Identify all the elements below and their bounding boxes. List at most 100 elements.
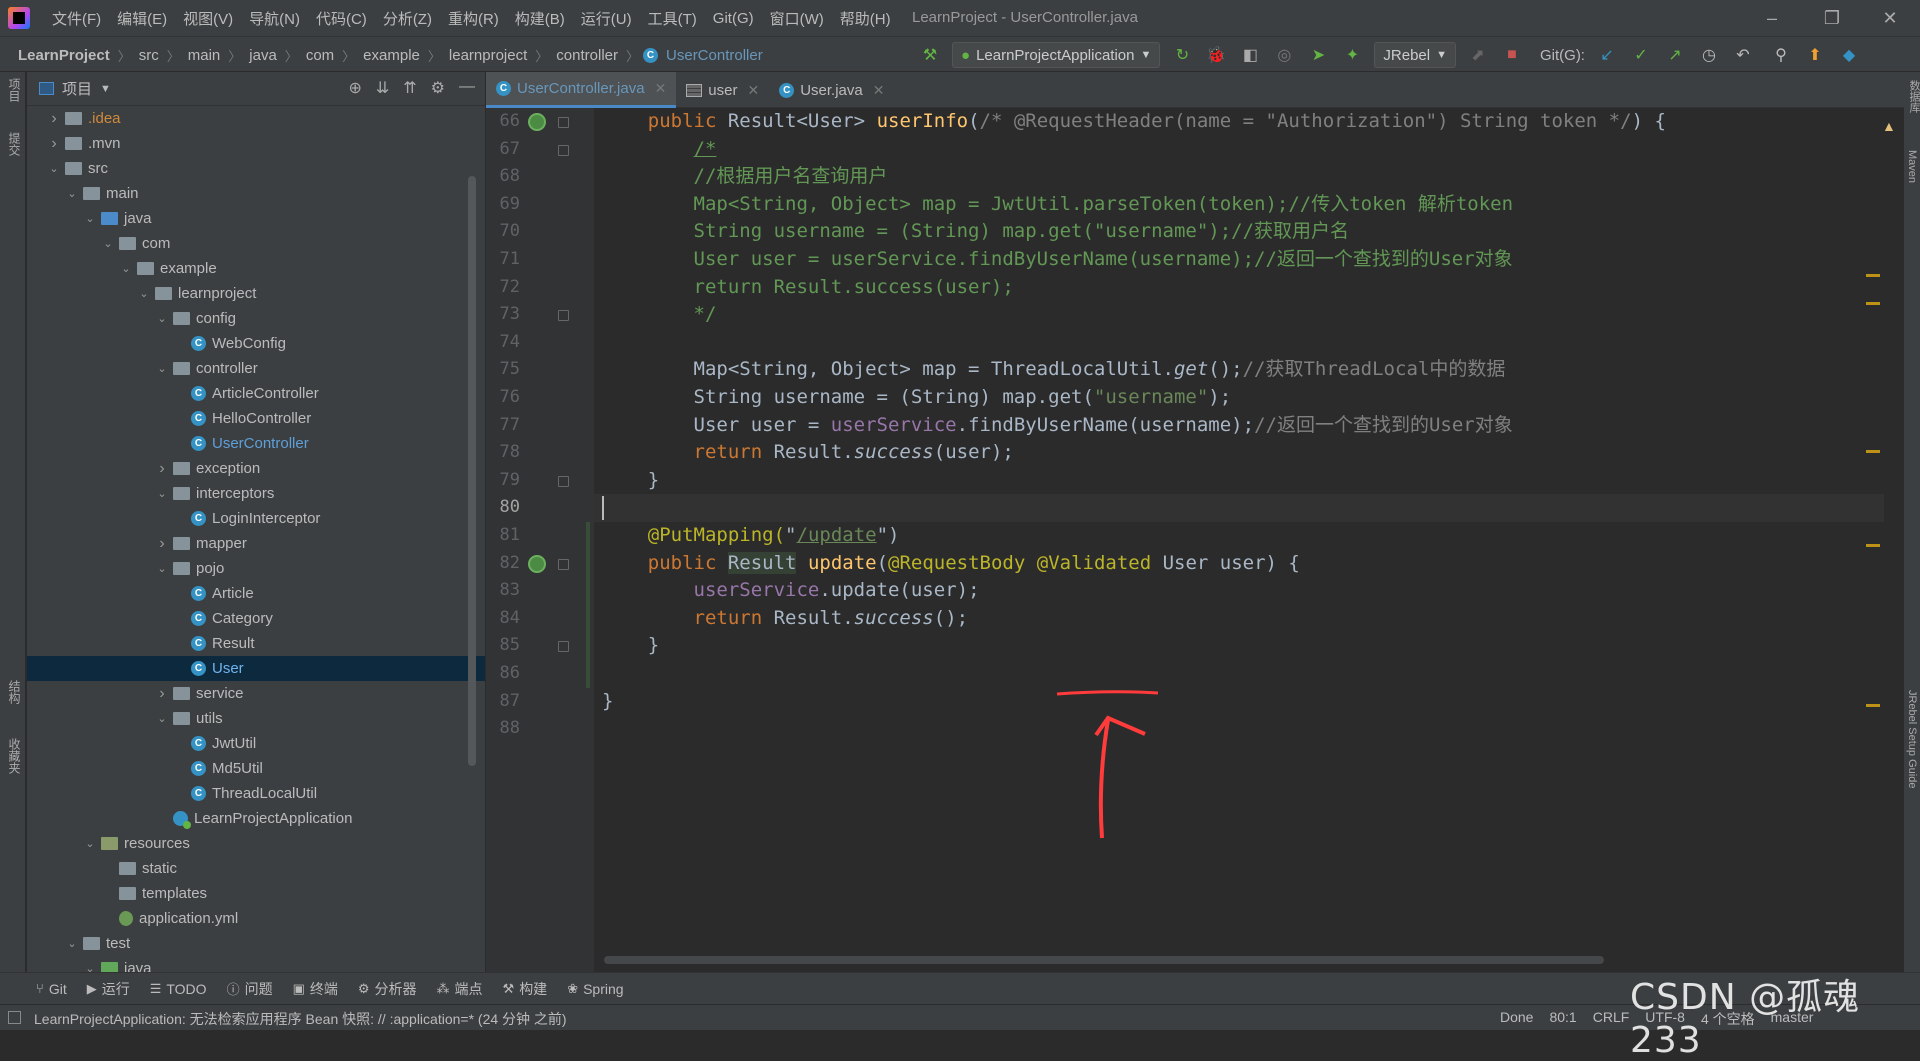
inspection-widget[interactable]: ▲ 4 ▲ 2 ⌃ ⌄ bbox=[1882, 108, 1904, 144]
breadcrumb-item[interactable]: java bbox=[245, 47, 281, 64]
expanded-arrow-icon[interactable]: ⌄ bbox=[47, 162, 61, 175]
expand-all-icon[interactable]: ⇊ bbox=[376, 78, 389, 98]
warning-stripe-mark[interactable] bbox=[1866, 544, 1880, 547]
tree-item[interactable]: ›mapper bbox=[27, 531, 485, 556]
tree-item[interactable]: ⌄com bbox=[27, 231, 485, 256]
tree-item[interactable]: ⌄pojo bbox=[27, 556, 485, 581]
close-icon[interactable]: ✕ bbox=[1878, 6, 1902, 30]
tree-item[interactable]: ⌄learnproject bbox=[27, 281, 485, 306]
breadcrumb-item[interactable]: com bbox=[302, 47, 338, 64]
fold-icon[interactable] bbox=[558, 117, 569, 128]
profile-icon[interactable]: ◎ bbox=[1272, 43, 1296, 67]
git-commit-icon[interactable]: ✓ bbox=[1629, 43, 1653, 67]
fold-icon[interactable] bbox=[558, 145, 569, 156]
tree-item[interactable]: CUserController bbox=[27, 431, 485, 456]
restore-icon[interactable]: ❐ bbox=[1820, 6, 1844, 30]
collapsed-arrow-icon[interactable]: › bbox=[155, 685, 169, 703]
menu-item[interactable]: 构建(B) bbox=[507, 8, 573, 29]
tree-item[interactable]: ⌄interceptors bbox=[27, 481, 485, 506]
rerun-icon[interactable]: ↻ bbox=[1170, 43, 1194, 67]
warning-stripe-mark[interactable] bbox=[1866, 302, 1880, 305]
editor-tab[interactable]: user✕ bbox=[676, 72, 769, 108]
tree-item[interactable]: CWebConfig bbox=[27, 331, 485, 356]
menu-item[interactable]: 编辑(E) bbox=[109, 8, 175, 29]
tree-item[interactable]: CCategory bbox=[27, 606, 485, 631]
build-hammer-icon[interactable]: ⚒ bbox=[918, 43, 942, 67]
tree-item[interactable]: ⌄config bbox=[27, 306, 485, 331]
expanded-arrow-icon[interactable]: ⌄ bbox=[119, 262, 133, 275]
tree-item[interactable]: CResult bbox=[27, 631, 485, 656]
tree-item[interactable]: ⌄java bbox=[27, 956, 485, 972]
tree-item[interactable]: CThreadLocalUtil bbox=[27, 781, 485, 806]
gear-icon[interactable]: ⚙ bbox=[431, 78, 445, 98]
update-icon[interactable]: ⬆ bbox=[1803, 43, 1827, 67]
tree-item[interactable]: ⌄resources bbox=[27, 831, 485, 856]
expanded-arrow-icon[interactable]: ⌄ bbox=[65, 937, 79, 950]
tree-item[interactable]: ›exception bbox=[27, 456, 485, 481]
breadcrumb-item[interactable]: controller bbox=[552, 47, 622, 64]
breadcrumb-item[interactable]: main bbox=[184, 47, 225, 64]
jrebel-setup-guide-tab[interactable]: JRebel Setup Guide bbox=[1906, 690, 1918, 788]
tree-item[interactable]: ⌄main bbox=[27, 181, 485, 206]
tree-item[interactable]: LearnProjectApplication bbox=[27, 806, 485, 831]
locate-icon[interactable]: ⊕ bbox=[348, 78, 361, 98]
collapse-all-icon[interactable]: ⇈ bbox=[403, 78, 416, 98]
vcs-change-marker[interactable] bbox=[586, 522, 590, 688]
menu-item[interactable]: 分析(Z) bbox=[375, 8, 440, 29]
jrebel-run-icon[interactable]: ➤ bbox=[1306, 43, 1330, 67]
jetbrains-toolbox-icon[interactable]: ◆ bbox=[1837, 43, 1861, 67]
menu-item[interactable]: Git(G) bbox=[705, 10, 762, 27]
project-panel-title[interactable]: 项目 bbox=[62, 78, 92, 99]
tree-item[interactable]: ›.mvn bbox=[27, 131, 485, 156]
tree-item[interactable]: CUser bbox=[27, 656, 485, 681]
breadcrumb-item[interactable]: learnproject bbox=[445, 47, 531, 64]
collapsed-arrow-icon[interactable]: › bbox=[47, 135, 61, 153]
tree-item[interactable]: ›.idea bbox=[27, 106, 485, 131]
stop-icon[interactable]: ■ bbox=[1500, 43, 1524, 67]
coverage-icon[interactable]: ◧ bbox=[1238, 43, 1262, 67]
menu-item[interactable]: 代码(C) bbox=[308, 8, 375, 29]
run-configuration-select[interactable]: ● LearnProjectApplication ▼ bbox=[952, 42, 1160, 68]
debug-icon[interactable]: 🐞 bbox=[1204, 43, 1228, 67]
warning-stripe-mark[interactable] bbox=[1866, 450, 1880, 453]
project-scrollbar[interactable] bbox=[468, 176, 476, 766]
tree-item[interactable]: ⌄utils bbox=[27, 706, 485, 731]
editor-tab[interactable]: CUser.java✕ bbox=[769, 72, 894, 108]
tool-window-button[interactable]: ⓘ问题 bbox=[227, 979, 273, 999]
tool-window-button[interactable]: ⑂Git bbox=[36, 981, 67, 997]
favorites-tool-tab[interactable]: 收藏夹 bbox=[6, 738, 23, 774]
status-message[interactable]: LearnProjectApplication: 无法检索应用程序 Bean 快… bbox=[34, 1009, 567, 1029]
tree-item[interactable]: application.yml bbox=[27, 906, 485, 931]
fold-icon[interactable] bbox=[558, 310, 569, 321]
jrebel-select[interactable]: JRebel ▼ bbox=[1374, 42, 1456, 68]
fold-icon[interactable] bbox=[558, 641, 569, 652]
breadcrumb-item[interactable]: example bbox=[359, 47, 424, 64]
menu-item[interactable]: 工具(T) bbox=[640, 8, 705, 29]
chevron-down-icon[interactable]: ▼ bbox=[100, 83, 111, 95]
close-tab-icon[interactable]: ✕ bbox=[747, 82, 759, 99]
breadcrumb-item[interactable]: LearnProject bbox=[14, 47, 114, 64]
fold-icon[interactable] bbox=[558, 476, 569, 487]
minimize-icon[interactable]: – bbox=[1760, 6, 1784, 30]
warning-stripe-mark[interactable] bbox=[1866, 274, 1880, 277]
close-tab-icon[interactable]: ✕ bbox=[873, 82, 885, 99]
done-label[interactable]: Done bbox=[1500, 1009, 1533, 1029]
tree-item[interactable]: CHelloController bbox=[27, 406, 485, 431]
breadcrumb-item[interactable]: src bbox=[135, 47, 163, 64]
tool-window-button[interactable]: ☰TODO bbox=[150, 981, 207, 997]
expanded-arrow-icon[interactable]: ⌄ bbox=[65, 187, 79, 200]
editor-tab[interactable]: CUserController.java✕ bbox=[486, 72, 676, 108]
close-tab-icon[interactable]: ✕ bbox=[655, 80, 667, 97]
expanded-arrow-icon[interactable]: ⌄ bbox=[101, 237, 115, 250]
tree-item[interactable]: ⌄java bbox=[27, 206, 485, 231]
tree-item[interactable]: ›service bbox=[27, 681, 485, 706]
project-tool-tab[interactable]: 项目 bbox=[6, 78, 23, 102]
editor-horizontal-scrollbar[interactable] bbox=[604, 956, 1604, 964]
hide-icon[interactable]: — bbox=[459, 78, 475, 98]
tool-window-button[interactable]: ▶运行 bbox=[87, 979, 130, 999]
database-tool-tab[interactable]: 数据库 bbox=[1906, 80, 1920, 113]
status-toggle-icon[interactable] bbox=[8, 1011, 21, 1024]
endpoint-gutter-icon[interactable] bbox=[528, 113, 546, 131]
expanded-arrow-icon[interactable]: ⌄ bbox=[83, 212, 97, 225]
menu-item[interactable]: 导航(N) bbox=[241, 8, 308, 29]
